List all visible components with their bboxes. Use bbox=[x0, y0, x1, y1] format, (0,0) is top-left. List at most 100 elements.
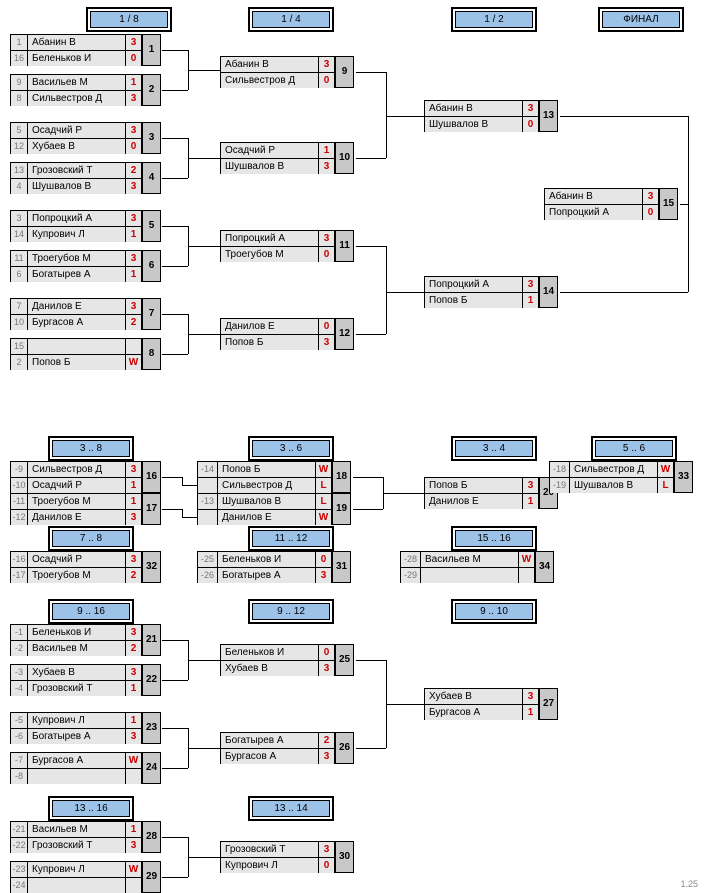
player-name: Троегубов М bbox=[28, 568, 126, 583]
match-row: Сильвестров ДL bbox=[197, 477, 332, 493]
player-name: Попов Б bbox=[28, 355, 126, 370]
seed-cell: -19 bbox=[550, 478, 570, 493]
bracket-connector bbox=[356, 334, 386, 335]
bracket-connector bbox=[162, 768, 188, 769]
match-id: 4 bbox=[142, 162, 161, 194]
seed-cell: -13 bbox=[198, 494, 218, 509]
match-row: 12Хубаев В0 bbox=[10, 138, 142, 154]
player-name: Купрович Л bbox=[221, 858, 319, 873]
match: Осадчий Р1Шушвалов В310 bbox=[220, 142, 335, 174]
player-name: Хубаев В bbox=[28, 139, 126, 154]
seed-cell: 10 bbox=[11, 315, 28, 330]
score-cell: 2 bbox=[126, 315, 141, 330]
player-name: Бургасов А bbox=[221, 749, 319, 764]
score-cell: 3 bbox=[523, 277, 538, 292]
bracket-connector bbox=[356, 158, 386, 159]
match-row: 9Васильев М1 bbox=[10, 74, 142, 90]
round-header: 11 .. 12 bbox=[252, 530, 330, 547]
seed-cell: -21 bbox=[11, 822, 28, 837]
round-header: 7 .. 8 bbox=[52, 530, 130, 547]
seed-cell: -5 bbox=[11, 713, 28, 728]
match-id: 27 bbox=[539, 688, 558, 720]
score-cell: W bbox=[316, 510, 331, 525]
match-row: 16Беленьков И0 bbox=[10, 50, 142, 66]
match: 11Троегубов М36Богатырев А16 bbox=[10, 250, 142, 282]
score-cell: 3 bbox=[523, 101, 538, 116]
bracket-connector bbox=[386, 246, 387, 334]
bracket-canvas: 1 / 81 / 41 / 2ФИНАЛ3 .. 83 .. 63 .. 45 … bbox=[0, 0, 704, 893]
match-row: -28Васильев МW bbox=[400, 551, 535, 567]
score-cell: 3 bbox=[319, 749, 334, 764]
score-cell: 3 bbox=[126, 35, 141, 50]
match: 3Попроцкий А314Купрович Л15 bbox=[10, 210, 142, 242]
match-row: Абанин В3 bbox=[544, 188, 659, 204]
match: Абанин В3Сильвестров Д09 bbox=[220, 56, 335, 88]
match-row: Бургасов А1 bbox=[424, 704, 539, 720]
bracket-connector bbox=[188, 334, 220, 335]
match-row: 4Шушвалов В3 bbox=[10, 178, 142, 194]
seed-cell: 13 bbox=[11, 163, 28, 178]
score-cell bbox=[126, 878, 141, 893]
seed-cell bbox=[198, 510, 218, 525]
match: Попроцкий А3Троегубов М011 bbox=[220, 230, 335, 262]
player-name: Богатырев А bbox=[28, 729, 126, 744]
player-name: Васильев М bbox=[28, 822, 126, 837]
seed-cell: -25 bbox=[198, 552, 218, 567]
bracket-connector bbox=[386, 292, 424, 293]
match: Абанин В3Шушвалов В013 bbox=[424, 100, 539, 132]
match-row: Сильвестров Д0 bbox=[220, 72, 335, 88]
match: Беленьков И0Хубаев В325 bbox=[220, 644, 335, 676]
match: -28Васильев МW-2934 bbox=[400, 551, 535, 583]
match-row: -2Васильев М2 bbox=[10, 640, 142, 656]
score-cell: 1 bbox=[523, 705, 538, 720]
match-row: Купрович Л0 bbox=[220, 857, 335, 873]
player-name: Хубаев В bbox=[425, 689, 523, 704]
seed-cell: 11 bbox=[11, 251, 28, 266]
score-cell: 2 bbox=[126, 641, 141, 656]
match-row: 7Данилов Е3 bbox=[10, 298, 142, 314]
match-row: Бургасов А3 bbox=[220, 748, 335, 764]
match-row: -6Богатырев А3 bbox=[10, 728, 142, 744]
seed-cell: 5 bbox=[11, 123, 28, 138]
seed-cell: -3 bbox=[11, 665, 28, 680]
player-name: Осадчий Р bbox=[28, 552, 126, 567]
match-row: -16Осадчий Р3 bbox=[10, 551, 142, 567]
score-cell: 1 bbox=[126, 75, 141, 90]
score-cell: 1 bbox=[126, 822, 141, 837]
match-row: 5Осадчий Р3 bbox=[10, 122, 142, 138]
player-name: Грозовский Т bbox=[28, 163, 126, 178]
player-name: Богатырев А bbox=[28, 267, 126, 282]
round-header: 9 .. 10 bbox=[455, 603, 533, 620]
player-name: Купрович Л bbox=[28, 862, 126, 877]
player-name: Троегубов М bbox=[28, 494, 126, 509]
player-name: Данилов Е bbox=[28, 299, 126, 314]
match-id: 18 bbox=[332, 461, 351, 493]
score-cell: 3 bbox=[126, 665, 141, 680]
player-name: Богатырев А bbox=[218, 568, 316, 583]
match-row: -11Троегубов М1 bbox=[10, 493, 142, 509]
seed-cell: 14 bbox=[11, 227, 28, 242]
match-row: 10Бургасов А2 bbox=[10, 314, 142, 330]
match-row: -22Грозовский Т3 bbox=[10, 837, 142, 853]
match-id: 23 bbox=[142, 712, 161, 744]
match-row: Абанин В3 bbox=[424, 100, 539, 116]
match-row: -24 bbox=[10, 877, 142, 893]
score-cell: 1 bbox=[319, 143, 334, 158]
player-name: Осадчий Р bbox=[28, 123, 126, 138]
player-name: Шушвалов В bbox=[425, 117, 523, 132]
player-name: Сильвестров Д bbox=[218, 478, 316, 493]
bracket-connector bbox=[353, 509, 383, 510]
bracket-connector bbox=[383, 493, 424, 494]
bracket-connector bbox=[182, 509, 183, 517]
match: -1Беленьков И3-2Васильев М221 bbox=[10, 624, 142, 656]
round-header: 13 .. 14 bbox=[252, 800, 330, 817]
score-cell: 0 bbox=[126, 139, 141, 154]
player-name: Беленьков И bbox=[218, 552, 316, 567]
round-header: ФИНАЛ bbox=[602, 11, 680, 28]
bracket-connector bbox=[162, 509, 182, 510]
player-name bbox=[421, 568, 519, 583]
score-cell: 3 bbox=[523, 478, 538, 493]
seed-cell: -26 bbox=[198, 568, 218, 583]
bracket-connector bbox=[386, 72, 387, 158]
player-name: Беленьков И bbox=[221, 645, 319, 660]
